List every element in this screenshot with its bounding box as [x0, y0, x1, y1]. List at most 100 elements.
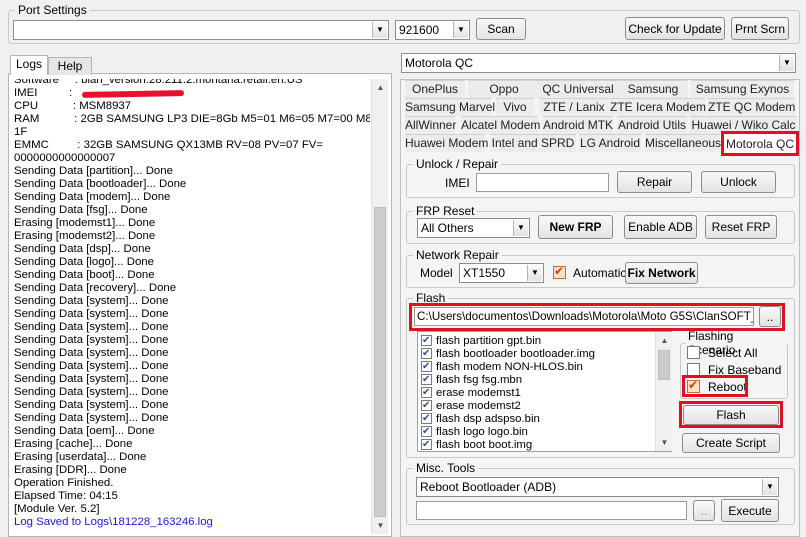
new-frp-button[interactable]: New FRP — [538, 215, 613, 239]
flash-list-item[interactable]: erase modemst1 — [421, 386, 521, 400]
scroll-up-icon[interactable]: ▲ — [657, 333, 672, 348]
tab-samsung[interactable]: Samsung — [618, 80, 688, 98]
tab-samsung-exynos[interactable]: Samsung Exynos — [691, 80, 794, 98]
repair-button[interactable]: Repair — [617, 171, 692, 193]
flash-list-scrollbar[interactable]: ▲ ▼ — [655, 332, 672, 451]
scroll-down-icon[interactable]: ▼ — [373, 518, 388, 533]
flash-item-checkbox[interactable] — [421, 438, 432, 451]
log-scrollbar[interactable]: ▲ ▼ — [371, 79, 388, 534]
tab-lg-android[interactable]: LG Android — [579, 134, 641, 152]
tab-vivo[interactable]: Vivo — [496, 98, 534, 116]
flash-item-checkbox[interactable] — [421, 386, 432, 399]
fix-baseband-label: Fix Baseband — [708, 363, 782, 377]
log-line: Sending Data [dsp]... Done — [14, 243, 151, 255]
flash-path-input[interactable]: C:\Users\documentos\Downloads\Motorola\M… — [414, 307, 754, 326]
flash-item-label: flash partition gpt.bin — [436, 335, 542, 347]
tab-huawei-wiko-calc[interactable]: Huawei / Wiko Calc — [690, 116, 797, 134]
log-scrollbar-thumb[interactable] — [374, 207, 386, 517]
log-line: Erasing [userdata]... Done — [14, 451, 147, 463]
log-line: Sending Data [system]... Done — [14, 360, 169, 372]
scroll-up-icon[interactable]: ▲ — [373, 80, 388, 95]
misc-select[interactable]: Reboot Bootloader (ADB) ▼ — [416, 477, 779, 497]
reset-frp-button[interactable]: Reset FRP — [705, 215, 777, 239]
baud-value: 921600 — [399, 23, 440, 37]
flash-item-checkbox[interactable] — [421, 360, 432, 373]
log-line: Sending Data [modem]... Done — [14, 191, 171, 203]
flash-item-checkbox[interactable] — [421, 412, 432, 425]
misc-input[interactable] — [416, 501, 687, 520]
flash-list-item[interactable]: flash bootloader bootloader.img — [421, 347, 595, 361]
tab-qc-universal[interactable]: QC Universal — [530, 80, 626, 98]
tab-alcatel-modem[interactable]: Alcatel Modem — [461, 116, 540, 134]
fix-network-button[interactable]: Fix Network — [625, 262, 698, 284]
tab-huawei-modem[interactable]: Huawei Modem — [405, 134, 488, 152]
flash-item-checkbox[interactable] — [421, 347, 432, 360]
log-line: Sending Data [system]... Done — [14, 308, 169, 320]
flash-list-scrollbar-thumb[interactable] — [658, 350, 670, 380]
flash-list-item[interactable]: flash dsp adspso.bin — [421, 412, 540, 426]
frp-select[interactable]: All Others ▼ — [417, 218, 530, 238]
model-label: Model — [420, 266, 453, 280]
imei-input[interactable] — [476, 173, 609, 192]
reboot-checkbox[interactable] — [687, 378, 700, 393]
log-line: Sending Data [system]... Done — [14, 399, 169, 411]
unlock-legend: Unlock / Repair — [416, 157, 499, 171]
log-line: Sending Data [system]... Done — [14, 347, 169, 359]
misc-browse-button[interactable]: .. — [693, 500, 715, 521]
flash-item-label: erase modemst2 — [436, 400, 521, 412]
flash-item-label: erase modemst1 — [436, 387, 521, 399]
flash-list-item[interactable]: erase modemst2 — [421, 399, 521, 413]
create-script-button[interactable]: Create Script — [682, 433, 780, 453]
tab-zte-icera-modem[interactable]: ZTE Icera Modem — [610, 98, 706, 116]
flash-item-checkbox[interactable] — [421, 425, 432, 438]
unlock-button[interactable]: Unlock — [701, 171, 776, 193]
chevron-down-icon[interactable]: ▼ — [527, 265, 542, 281]
tab-intel-and-sprd[interactable]: Intel and SPRD — [490, 134, 576, 152]
flash-list-item[interactable]: flash boot boot.img — [421, 438, 532, 451]
chevron-down-icon[interactable]: ▼ — [372, 22, 387, 38]
automatic-checkbox[interactable] — [553, 264, 566, 279]
tab-zte-lanix[interactable]: ZTE / Lanix — [539, 98, 609, 116]
enable-adb-button[interactable]: Enable ADB — [624, 215, 697, 239]
flash-list-item[interactable]: flash logo logo.bin — [421, 425, 528, 439]
check-update-button[interactable]: Check for Update — [625, 17, 725, 40]
tab-motorola-qc[interactable]: Motorola QC — [724, 133, 796, 154]
chevron-down-icon[interactable]: ▼ — [762, 479, 777, 495]
tab-android-utils[interactable]: Android Utils — [617, 116, 687, 134]
scan-button[interactable]: Scan — [476, 18, 526, 40]
print-screen-button[interactable]: Prnt Scrn — [731, 17, 789, 40]
execute-button[interactable]: Execute — [721, 499, 779, 522]
module-select[interactable]: Motorola QC ▼ — [401, 53, 796, 73]
flash-list-item[interactable]: flash modem NON-HLOS.bin — [421, 360, 583, 374]
select-all-checkbox[interactable] — [687, 346, 700, 359]
flash-partition-list[interactable]: flash partition gpt.binflash bootloader … — [417, 331, 672, 452]
fix-baseband-checkbox[interactable] — [687, 363, 700, 376]
tab-logs[interactable]: Logs — [10, 55, 48, 75]
tab-zte-qc-modem[interactable]: ZTE QC Modem — [708, 98, 795, 116]
flash-item-checkbox[interactable] — [421, 399, 432, 412]
tab-allwinner[interactable]: AllWinner — [405, 116, 456, 134]
flash-list-item[interactable]: flash fsg fsg.mbn — [421, 373, 522, 387]
tab-samsung-marvel[interactable]: Samsung Marvel — [405, 98, 495, 116]
chevron-down-icon[interactable]: ▼ — [513, 220, 528, 236]
flash-button[interactable]: Flash — [683, 405, 779, 425]
tab-help[interactable]: Help — [48, 57, 92, 75]
chevron-down-icon[interactable]: ▼ — [453, 22, 468, 38]
flash-browse-button[interactable]: .. — [759, 306, 781, 327]
model-select[interactable]: XT1550 ▼ — [459, 263, 544, 283]
log-line: Sending Data [system]... Done — [14, 321, 169, 333]
tab-android-mtk[interactable]: Android MTK — [543, 116, 613, 134]
log-line: Erasing [cache]... Done — [14, 438, 133, 450]
log-line: Log Saved to Logs\181228_163246.log — [14, 516, 213, 528]
baud-select[interactable]: 921600 ▼ — [395, 20, 470, 40]
flash-item-checkbox[interactable] — [421, 373, 432, 386]
tab-miscellaneous[interactable]: Miscellaneous — [645, 134, 721, 152]
flash-item-checkbox[interactable] — [421, 334, 432, 347]
scroll-down-icon[interactable]: ▼ — [657, 435, 672, 450]
tab-oneplus[interactable]: OnePlus — [405, 80, 465, 98]
chevron-down-icon[interactable]: ▼ — [779, 55, 794, 71]
port-select[interactable]: ▼ — [13, 20, 389, 40]
flash-list-item[interactable]: flash partition gpt.bin — [421, 334, 542, 348]
log-line: Sending Data [system]... Done — [14, 334, 169, 346]
network-legend: Network Repair — [416, 248, 499, 262]
